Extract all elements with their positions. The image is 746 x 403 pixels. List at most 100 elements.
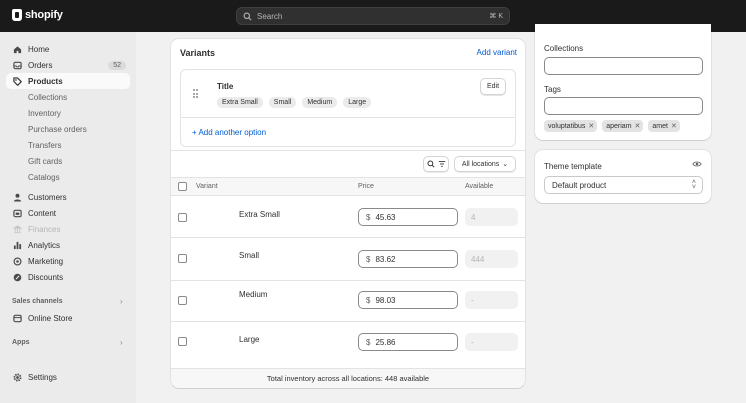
variants-card: Variants Add variant Title Extra Small S… <box>171 39 525 388</box>
row-checkbox[interactable] <box>178 337 187 346</box>
sidebar-item-marketing[interactable]: Marketing <box>6 253 130 269</box>
sidebar-subitem-inventory[interactable]: Inventory <box>28 109 61 118</box>
theme-template-card: Theme template Default product ˄ ˅ <box>535 150 711 203</box>
section-divider <box>171 150 525 151</box>
bank-icon <box>12 224 22 234</box>
variant-image-placeholder[interactable] <box>196 201 230 235</box>
collections-input[interactable] <box>544 57 703 75</box>
row-divider <box>171 321 525 322</box>
tag-label: aperiam <box>606 122 632 130</box>
add-another-option-link[interactable]: + Add another option <box>192 128 266 137</box>
column-header-available: Available <box>465 183 494 190</box>
sidebar-item-label: Analytics <box>28 240 61 250</box>
tag-label: voluptatibus <box>548 122 586 130</box>
theme-template-select[interactable]: Default product ˄ ˅ <box>544 176 703 194</box>
inbox-icon <box>12 60 22 70</box>
remove-tag-icon[interactable]: ✕ <box>671 122 677 130</box>
orders-count-badge: 52 <box>108 60 126 70</box>
edit-option-button[interactable]: Edit <box>480 78 506 95</box>
variant-image-placeholder[interactable] <box>196 242 230 276</box>
gear-icon <box>12 372 22 382</box>
sidebar-item-label: Customers <box>28 192 67 202</box>
search-filter-button[interactable] <box>423 156 449 172</box>
row-checkbox[interactable] <box>178 254 187 263</box>
sales-channels-label[interactable]: Sales channels <box>12 298 63 305</box>
option-box: Title Extra Small Small Medium Large Edi… <box>180 69 516 147</box>
tag-chip: aperiam ✕ <box>602 120 644 132</box>
sidebar-item-label: Online Store <box>28 313 73 323</box>
variant-name[interactable]: Extra Small <box>239 210 280 219</box>
price-input[interactable]: $25.86 <box>358 333 458 351</box>
sidebar-subitem-catalogs[interactable]: Catalogs <box>28 173 60 182</box>
sidebar-item-label: Settings <box>28 372 57 382</box>
tag-chip: amet ✕ <box>648 120 680 132</box>
sidebar-item-label: Marketing <box>28 256 64 266</box>
shopify-logo[interactable]: shopify <box>12 9 63 21</box>
eye-icon[interactable] <box>692 160 702 170</box>
remove-tag-icon[interactable]: ✕ <box>588 122 594 130</box>
variant-image-placeholder[interactable] <box>196 325 230 359</box>
variant-name[interactable]: Large <box>239 335 259 344</box>
row-checkbox[interactable] <box>178 296 187 305</box>
sidebar-item-analytics[interactable]: Analytics <box>6 237 130 253</box>
available-field: 444 <box>465 250 518 268</box>
sidebar-item-discounts[interactable]: Discounts <box>6 269 130 285</box>
product-organization-card: Collections Tags voluptatibus ✕ aperiam ✕ … <box>535 24 711 140</box>
sidebar-subitem-gift-cards[interactable]: Gift cards <box>28 157 62 166</box>
chevron-right-icon[interactable]: › <box>120 338 123 347</box>
variant-name[interactable]: Medium <box>239 290 267 299</box>
sidebar-item-online-store[interactable]: Online Store <box>6 310 130 326</box>
price-input[interactable]: $45.63 <box>358 208 458 226</box>
apps-label[interactable]: Apps <box>12 339 30 346</box>
bar-chart-icon <box>12 240 22 250</box>
option-divider <box>181 117 515 118</box>
sidebar-item-settings[interactable]: Settings <box>6 369 130 385</box>
sidebar-item-content[interactable]: Content <box>6 205 130 221</box>
image-icon <box>12 208 22 218</box>
sidebar-item-label: Home <box>28 44 50 54</box>
remove-tag-icon[interactable]: ✕ <box>635 122 641 130</box>
variant-image-placeholder[interactable] <box>196 284 230 318</box>
search-shortcut: ⌘ K <box>489 13 503 20</box>
price-value: 45.63 <box>375 212 396 222</box>
currency-symbol: $ <box>366 254 371 264</box>
storefront-icon <box>12 313 22 323</box>
tag-list: voluptatibus ✕ aperiam ✕ amet ✕ <box>544 120 680 132</box>
price-input[interactable]: $83.62 <box>358 250 458 268</box>
chevron-right-icon[interactable]: › <box>120 297 123 306</box>
sidebar-item-label: Discounts <box>28 272 64 282</box>
location-filter-dropdown[interactable]: All locations ⌄ <box>454 156 516 172</box>
sidebar-item-products[interactable]: Products <box>6 73 130 89</box>
sidebar-subitem-transfers[interactable]: Transfers <box>28 141 62 150</box>
sidebar-item-label: Content <box>28 208 57 218</box>
home-icon <box>12 44 22 54</box>
column-header-variant: Variant <box>196 183 218 190</box>
select-all-checkbox[interactable] <box>178 182 187 191</box>
drag-handle-icon[interactable] <box>193 89 199 98</box>
shopify-bag-icon <box>12 9 22 21</box>
filter-lines-icon <box>438 161 445 167</box>
tags-input[interactable] <box>544 97 703 115</box>
sidebar-item-orders[interactable]: Orders 52 <box>6 57 130 73</box>
collections-label: Collections <box>544 44 584 53</box>
option-value-pill: Large <box>343 97 372 108</box>
price-input[interactable]: $98.03 <box>358 291 458 309</box>
row-checkbox[interactable] <box>178 213 187 222</box>
option-values: Extra Small Small Medium Large <box>217 97 372 108</box>
brand-name: shopify <box>25 9 63 21</box>
chevron-down-icon: ⌄ <box>502 161 509 168</box>
add-variant-link[interactable]: Add variant <box>477 48 517 57</box>
search-placeholder: Search <box>257 11 283 21</box>
target-icon <box>12 256 22 266</box>
variant-name[interactable]: Small <box>239 251 259 260</box>
theme-template-value: Default product <box>552 180 607 190</box>
sidebar-subitem-collections[interactable]: Collections <box>28 93 67 102</box>
sidebar-item-customers[interactable]: Customers <box>6 189 130 205</box>
search-bar[interactable]: Search ⌘ K <box>236 7 510 25</box>
option-value-pill: Extra Small <box>217 97 263 108</box>
available-field: 4 <box>465 208 518 226</box>
sidebar-subitem-purchase-orders[interactable]: Purchase orders <box>28 125 87 134</box>
row-divider <box>171 280 525 281</box>
tags-label: Tags <box>544 85 561 94</box>
sidebar-item-home[interactable]: Home <box>6 41 130 57</box>
